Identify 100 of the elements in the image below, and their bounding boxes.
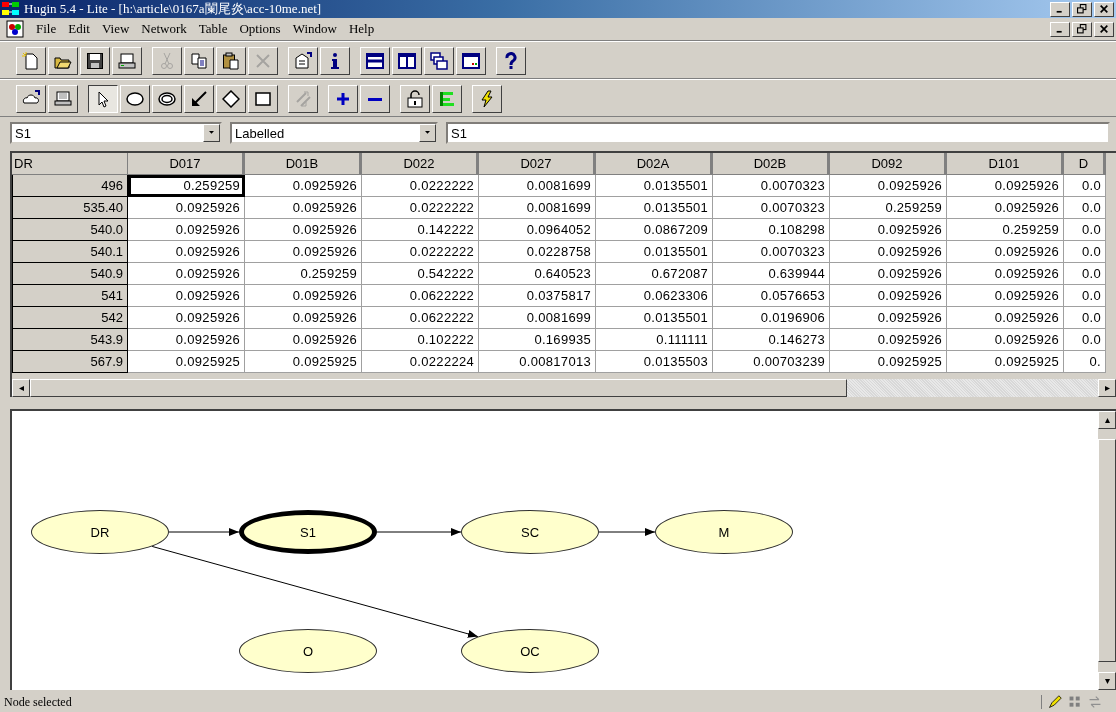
table-cell[interactable]: 0.0925926 [947,241,1064,263]
table-cell[interactable]: 0.00703239 [713,351,830,373]
table-cell[interactable]: 0.0925926 [245,175,362,197]
table-cell[interactable]: 0.0925926 [830,263,947,285]
restore-button[interactable] [1072,21,1092,37]
toolbar-button[interactable] [88,85,118,113]
table-cell[interactable]: 0.672087 [596,263,713,285]
table-cell[interactable]: 0.0 [1064,285,1106,307]
table-cell[interactable]: 0.0925926 [245,285,362,307]
table-cell[interactable]: 0.0135503 [596,351,713,373]
column-header[interactable]: D02B [713,153,830,175]
table-cell[interactable]: 0.0 [1064,219,1106,241]
table-cell[interactable]: 0.0925926 [947,197,1064,219]
table-cell[interactable]: 0.259259 [245,263,362,285]
minimize-button[interactable] [1050,1,1070,17]
table-cell[interactable]: 0.0925926 [947,307,1064,329]
table-cell[interactable]: 0.0867209 [596,219,713,241]
restore-button[interactable] [1072,1,1092,17]
column-header[interactable]: D [1064,153,1106,175]
table-cell[interactable]: 0.0925926 [830,175,947,197]
table-cell[interactable]: 0.0925925 [128,351,245,373]
table-cell[interactable]: 0.0135501 [596,307,713,329]
menu-item[interactable]: Table [192,21,234,37]
menu-item[interactable]: Help [342,21,381,37]
menu-item[interactable]: Edit [62,21,96,37]
table-cell[interactable]: 0.0964052 [479,219,596,241]
table-cell[interactable]: 0.0925926 [830,307,947,329]
table-cell[interactable]: 0.0222224 [362,351,479,373]
column-header[interactable]: D017 [128,153,245,175]
table-cell[interactable]: 0.0925926 [947,263,1064,285]
table-cell[interactable]: 0.0925926 [128,263,245,285]
table-cell[interactable]: 0.00817013 [479,351,596,373]
table-cell[interactable]: 0.0925926 [128,197,245,219]
table-cell[interactable]: 0.0925926 [128,219,245,241]
table-cell[interactable]: 0.0228758 [479,241,596,263]
table-cell[interactable]: 0.0222222 [362,241,479,263]
column-header[interactable]: D101 [947,153,1064,175]
table-cell[interactable]: 0.259259 [830,197,947,219]
table-cell[interactable]: 0.0081699 [479,307,596,329]
scrollbar-thumb[interactable] [30,379,847,397]
table-cell[interactable]: 0.0925926 [245,219,362,241]
menu-item[interactable]: Options [233,21,287,37]
table-cell[interactable]: 0.0925926 [128,307,245,329]
table-cell[interactable]: 0.0135501 [596,197,713,219]
table-cell[interactable]: 0.0081699 [479,197,596,219]
column-header[interactable]: D027 [479,153,596,175]
table-cell[interactable]: 0.0925926 [947,285,1064,307]
table-cell[interactable]: 0.0576653 [713,285,830,307]
node[interactable]: SC [461,510,599,554]
table-cell[interactable]: 0.0925926 [128,329,245,351]
table-cell[interactable]: 0.0 [1064,307,1106,329]
node[interactable]: S1 [239,510,377,554]
table-cell[interactable]: 0.0070323 [713,241,830,263]
table-cell[interactable]: 0.0925926 [830,241,947,263]
dropdown[interactable]: S1 [10,122,222,144]
table-cell[interactable]: 0.0925926 [245,241,362,263]
table-cell[interactable]: 0.0196906 [713,307,830,329]
table-cell[interactable]: 0.0135501 [596,241,713,263]
table-cell[interactable]: 0.0 [1064,175,1106,197]
table-cell[interactable]: 0.0925926 [245,329,362,351]
table-cell[interactable]: 0.640523 [479,263,596,285]
table-cell[interactable]: 0.0925926 [947,175,1064,197]
table-cell[interactable]: 0.169935 [479,329,596,351]
vertical-scrollbar[interactable] [1098,411,1116,690]
table-cell[interactable]: 0.0070323 [713,197,830,219]
table-cell[interactable]: 0.102222 [362,329,479,351]
table-cell[interactable]: 0.0622222 [362,307,479,329]
table-cell[interactable]: 0.146273 [713,329,830,351]
table-cell[interactable]: 0.0925926 [245,307,362,329]
close-button[interactable] [1094,21,1114,37]
table-cell[interactable]: 0.0 [1064,329,1106,351]
node[interactable]: M [655,510,793,554]
table-cell[interactable]: 0.542222 [362,263,479,285]
column-header[interactable]: D02A [596,153,713,175]
node[interactable]: O [239,629,377,673]
column-header[interactable]: D01B [245,153,362,175]
table-cell[interactable]: 0.259259 [128,175,245,197]
column-header[interactable]: D022 [362,153,479,175]
menu-item[interactable]: Window [286,21,343,37]
dropdown[interactable]: Labelled [230,122,438,144]
menu-item[interactable]: Network [135,21,193,37]
table-cell[interactable]: 0.0623306 [596,285,713,307]
table-cell[interactable]: 0. [1064,351,1106,373]
table-cell[interactable]: 0.0 [1064,197,1106,219]
table-cell[interactable]: 0.0081699 [479,175,596,197]
table-cell[interactable]: 0.0925925 [830,351,947,373]
scrollbar-thumb[interactable] [1098,439,1116,662]
node[interactable]: OC [461,629,599,673]
table-cell[interactable]: 0.0925926 [830,329,947,351]
table-cell[interactable]: 0.142222 [362,219,479,241]
table-cell[interactable]: 0.0135501 [596,175,713,197]
table-cell[interactable]: 0.0222222 [362,197,479,219]
node[interactable]: DR [31,510,169,554]
table-cell[interactable]: 0.0070323 [713,175,830,197]
table-cell[interactable]: 0.0375817 [479,285,596,307]
table-cell[interactable]: 0.111111 [596,329,713,351]
close-button[interactable] [1094,1,1114,17]
table-cell[interactable]: 0.0925926 [947,329,1064,351]
horizontal-scrollbar[interactable] [12,379,1116,397]
menu-item[interactable]: File [30,21,63,37]
